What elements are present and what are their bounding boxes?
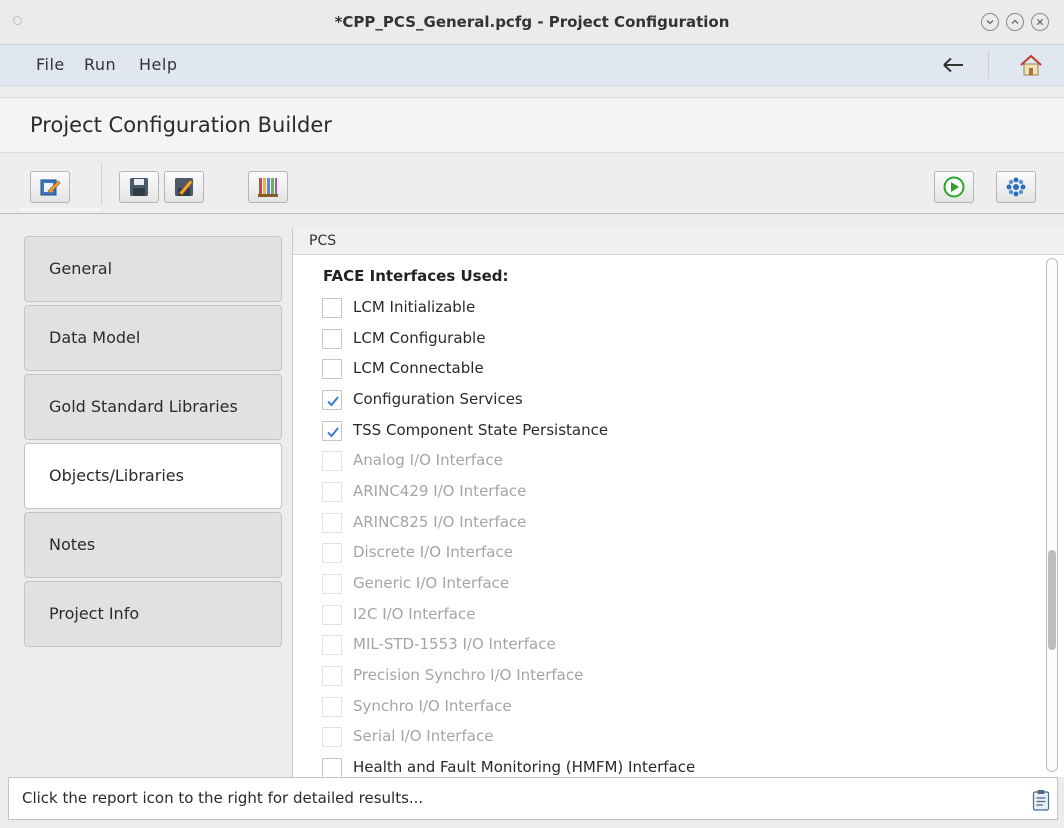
- save-as-button[interactable]: [164, 171, 204, 203]
- checkbox[interactable]: [322, 359, 342, 379]
- maximize-icon[interactable]: [1006, 13, 1024, 31]
- minimize-icon[interactable]: [981, 13, 999, 31]
- settings-icon: [1006, 177, 1026, 197]
- status-message: Click the report icon to the right for d…: [22, 789, 424, 807]
- edit-icon: [40, 179, 61, 196]
- save-button[interactable]: [119, 171, 159, 203]
- scrollbar-thumb[interactable]: [1048, 550, 1056, 650]
- edit-button[interactable]: [30, 171, 70, 203]
- run-button[interactable]: [934, 171, 974, 203]
- checkbox-label: ARINC825 I/O Interface: [353, 513, 527, 531]
- panel-title: PCS: [309, 233, 337, 249]
- section-title: FACE Interfaces Used:: [323, 267, 509, 285]
- checkbox[interactable]: [322, 421, 342, 441]
- checkbox[interactable]: [322, 758, 342, 778]
- menu-bar: File Run Help: [0, 45, 1064, 86]
- close-icon[interactable]: [1031, 13, 1049, 31]
- check-icon: [327, 396, 339, 407]
- page-title: Project Configuration Builder: [30, 113, 332, 137]
- save-icon: [130, 178, 148, 196]
- checkbox: [322, 574, 342, 594]
- menu-help[interactable]: Help: [139, 45, 177, 85]
- check-icon: [327, 427, 339, 438]
- checkbox-label: Serial I/O Interface: [353, 727, 494, 745]
- report-icon[interactable]: [1032, 789, 1050, 811]
- nav-label: Data Model: [49, 328, 141, 347]
- checkbox-label[interactable]: LCM Connectable: [353, 353, 484, 383]
- nav-label: Gold Standard Libraries: [49, 397, 238, 416]
- header-bar: Project Configuration Builder: [0, 97, 1064, 153]
- checkbox: [322, 666, 342, 686]
- scrollbar-track[interactable]: [1046, 258, 1058, 772]
- checkbox: [322, 727, 342, 747]
- nav-project-info[interactable]: Project Info: [24, 581, 282, 647]
- checkbox: [322, 543, 342, 563]
- save-as-icon: [175, 178, 194, 196]
- nav-objects-libraries[interactable]: Objects/Libraries: [24, 443, 282, 509]
- checkbox-label: Precision Synchro I/O Interface: [353, 666, 584, 684]
- menu-separator: [988, 51, 989, 79]
- checkbox[interactable]: [322, 390, 342, 410]
- checkbox: [322, 635, 342, 655]
- checkbox: [322, 513, 342, 533]
- run-icon: [943, 176, 965, 198]
- checkbox: [322, 482, 342, 502]
- checkbox-label: Discrete I/O Interface: [353, 543, 513, 561]
- back-arrow-icon[interactable]: [941, 55, 967, 75]
- home-icon[interactable]: [1019, 53, 1043, 77]
- panel-header: PCS: [292, 228, 1064, 255]
- library-button[interactable]: [248, 171, 288, 203]
- nav-label: Project Info: [49, 604, 140, 623]
- menu-run[interactable]: Run: [84, 45, 116, 85]
- checkbox[interactable]: [322, 298, 342, 318]
- toolbar-separator: [101, 163, 102, 205]
- active-tab-indicator: [20, 208, 100, 211]
- nav-label: Notes: [49, 535, 96, 554]
- library-icon: [258, 178, 278, 197]
- checkbox-label: MIL-STD-1553 I/O Interface: [353, 635, 556, 653]
- checkbox-label[interactable]: LCM Initializable: [353, 292, 475, 322]
- checkbox: [322, 697, 342, 717]
- window-title: *CPP_PCS_General.pcfg - Project Configur…: [334, 13, 730, 31]
- nav-data-model[interactable]: Data Model: [24, 305, 282, 371]
- nav-gold-standard-libraries[interactable]: Gold Standard Libraries: [24, 374, 282, 440]
- checkbox-label[interactable]: Configuration Services: [353, 384, 523, 414]
- checkbox-label: Analog I/O Interface: [353, 451, 503, 469]
- toolbar: [0, 163, 1064, 214]
- settings-button[interactable]: [996, 171, 1036, 203]
- checkbox-label: Synchro I/O Interface: [353, 697, 512, 715]
- checkbox-label[interactable]: LCM Configurable: [353, 323, 485, 353]
- checkbox-label: Generic I/O Interface: [353, 574, 510, 592]
- nav-label: General: [49, 259, 113, 278]
- checkbox-label: I2C I/O Interface: [353, 605, 476, 623]
- nav-general[interactable]: General: [24, 236, 282, 302]
- menu-file[interactable]: File: [36, 45, 65, 85]
- checkbox-label[interactable]: TSS Component State Persistance: [353, 415, 608, 445]
- checkbox-label: ARINC429 I/O Interface: [353, 482, 527, 500]
- checkbox[interactable]: [322, 329, 342, 349]
- checkbox: [322, 605, 342, 625]
- checkbox: [322, 451, 342, 471]
- nav-label: Objects/Libraries: [49, 466, 184, 485]
- nav-notes[interactable]: Notes: [24, 512, 282, 578]
